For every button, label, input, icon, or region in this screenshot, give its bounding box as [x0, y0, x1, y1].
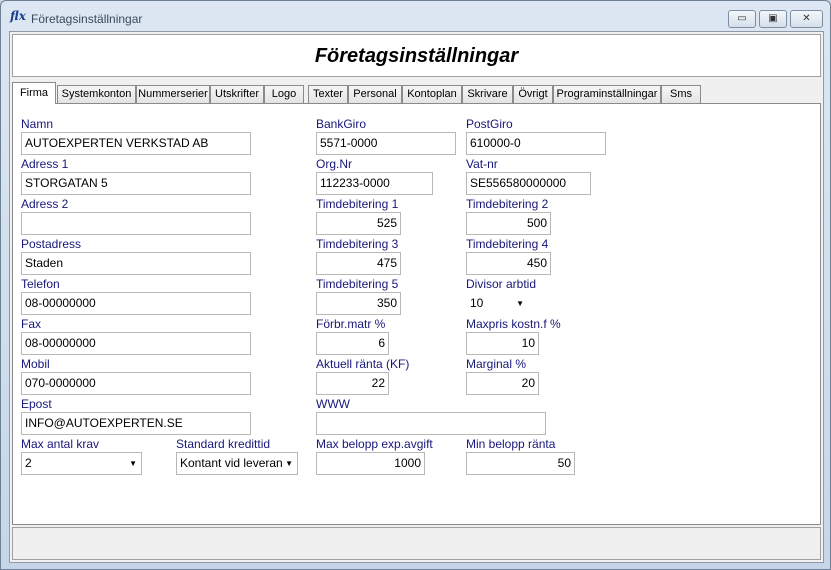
tab-systemkonton[interactable]: Systemkonton: [57, 85, 136, 103]
window-title: Företagsinställningar: [31, 12, 143, 26]
marginal-label: Marginal %: [466, 357, 527, 371]
namn-label: Namn: [21, 117, 54, 131]
timdeb3-input[interactable]: 475: [316, 252, 401, 275]
status-bar: [12, 527, 821, 560]
standard-kredittid-label: Standard kredittid: [176, 437, 271, 451]
timdeb2-label: Timdebitering 2: [466, 197, 549, 211]
max-antal-krav-value: 2: [25, 456, 32, 470]
mobil-label: Mobil: [21, 357, 50, 371]
tab-texter[interactable]: Texter: [308, 85, 348, 103]
tab-nummerserier[interactable]: Nummerserier: [136, 85, 210, 103]
close-button[interactable]: ✕: [790, 10, 823, 28]
mobil-input[interactable]: 070-0000000: [21, 372, 251, 395]
postgiro-input[interactable]: 610000-0: [466, 132, 606, 155]
chevron-down-icon: ▼: [516, 299, 524, 308]
marginal-input[interactable]: 20: [466, 372, 539, 395]
window-client-area: Företagsinställningar Firma Systemkonton…: [9, 31, 824, 563]
forbr-matr-input[interactable]: 6: [316, 332, 389, 355]
tab-programinstallningar[interactable]: Programinställningar: [553, 85, 661, 103]
maximize-button[interactable]: ▣: [759, 10, 787, 28]
telefon-input[interactable]: 08-00000000: [21, 292, 251, 315]
title-bar[interactable]: flx Företagsinställningar ▭ ▣ ✕: [1, 1, 830, 31]
tab-kontoplan[interactable]: Kontoplan: [402, 85, 462, 103]
orgnr-label: Org.Nr: [316, 157, 352, 171]
divisor-label: Divisor arbtid: [466, 277, 537, 291]
bankgiro-label: BankGiro: [316, 117, 367, 131]
timdeb5-input[interactable]: 350: [316, 292, 401, 315]
tab-utskrifter[interactable]: Utskrifter: [210, 85, 264, 103]
timdeb4-input[interactable]: 450: [466, 252, 551, 275]
adress2-input[interactable]: [21, 212, 251, 235]
standard-kredittid-select[interactable]: Kontant vid leverans ▼: [176, 452, 298, 475]
tab-skrivare[interactable]: Skrivare: [462, 85, 513, 103]
tab-personal[interactable]: Personal: [348, 85, 402, 103]
orgnr-input[interactable]: 112233-0000: [316, 172, 433, 195]
forbr-matr-label: Förbr.matr %: [316, 317, 386, 331]
adress1-input[interactable]: STORGATAN 5: [21, 172, 251, 195]
tab-firma[interactable]: Firma: [12, 82, 56, 104]
www-label: WWW: [316, 397, 350, 411]
tab-ovrigt[interactable]: Övrigt: [513, 85, 553, 103]
chevron-down-icon: ▼: [129, 459, 137, 468]
app-logo-icon: flx: [10, 9, 26, 23]
postadress-label: Postadress: [21, 237, 82, 251]
www-input[interactable]: [316, 412, 546, 435]
postgiro-label: PostGiro: [466, 117, 513, 131]
min-belopp-label: Min belopp ränta: [466, 437, 556, 451]
fax-label: Fax: [21, 317, 42, 331]
adress1-label: Adress 1: [21, 157, 69, 171]
divisor-select[interactable]: 10 ▼: [466, 292, 529, 315]
max-belopp-label: Max belopp exp.avgift: [316, 437, 433, 451]
tab-page-firma: Namn AUTOEXPERTEN VERKSTAD AB Adress 1 S…: [12, 103, 821, 525]
aktuell-ranta-label: Aktuell ränta (KF): [316, 357, 410, 371]
max-belopp-input[interactable]: 1000: [316, 452, 425, 475]
min-belopp-input[interactable]: 50: [466, 452, 575, 475]
page-title: Företagsinställningar: [314, 45, 519, 67]
maxpris-input[interactable]: 10: [466, 332, 539, 355]
settings-window: flx Företagsinställningar ▭ ▣ ✕ Företags…: [0, 0, 831, 570]
chevron-down-icon: ▼: [283, 453, 293, 474]
bankgiro-input[interactable]: 5571-0000: [316, 132, 456, 155]
header-panel: Företagsinställningar: [12, 34, 821, 77]
fax-input[interactable]: 08-00000000: [21, 332, 251, 355]
timdeb5-label: Timdebitering 5: [316, 277, 399, 291]
timdeb1-label: Timdebitering 1: [316, 197, 399, 211]
vatnr-label: Vat-nr: [466, 157, 498, 171]
epost-label: Epost: [21, 397, 52, 411]
tab-logo[interactable]: Logo: [264, 85, 304, 103]
max-antal-krav-label: Max antal krav: [21, 437, 100, 451]
epost-input[interactable]: INFO@AUTOEXPERTEN.SE: [21, 412, 251, 435]
telefon-label: Telefon: [21, 277, 60, 291]
timdeb1-input[interactable]: 525: [316, 212, 401, 235]
postadress-input[interactable]: Staden: [21, 252, 251, 275]
tab-sms[interactable]: Sms: [661, 85, 701, 103]
timdeb3-label: Timdebitering 3: [316, 237, 399, 251]
timdeb2-input[interactable]: 500: [466, 212, 551, 235]
minimize-button[interactable]: ▭: [728, 10, 756, 28]
standard-kredittid-value: Kontant vid leverans: [180, 456, 289, 470]
max-antal-krav-select[interactable]: 2 ▼: [21, 452, 142, 475]
timdeb4-label: Timdebitering 4: [466, 237, 549, 251]
vatnr-input[interactable]: SE556580000000: [466, 172, 591, 195]
namn-input[interactable]: AUTOEXPERTEN VERKSTAD AB: [21, 132, 251, 155]
adress2-label: Adress 2: [21, 197, 69, 211]
maxpris-label: Maxpris kostn.f %: [466, 317, 561, 331]
divisor-value: 10: [470, 296, 484, 310]
aktuell-ranta-input[interactable]: 22: [316, 372, 389, 395]
